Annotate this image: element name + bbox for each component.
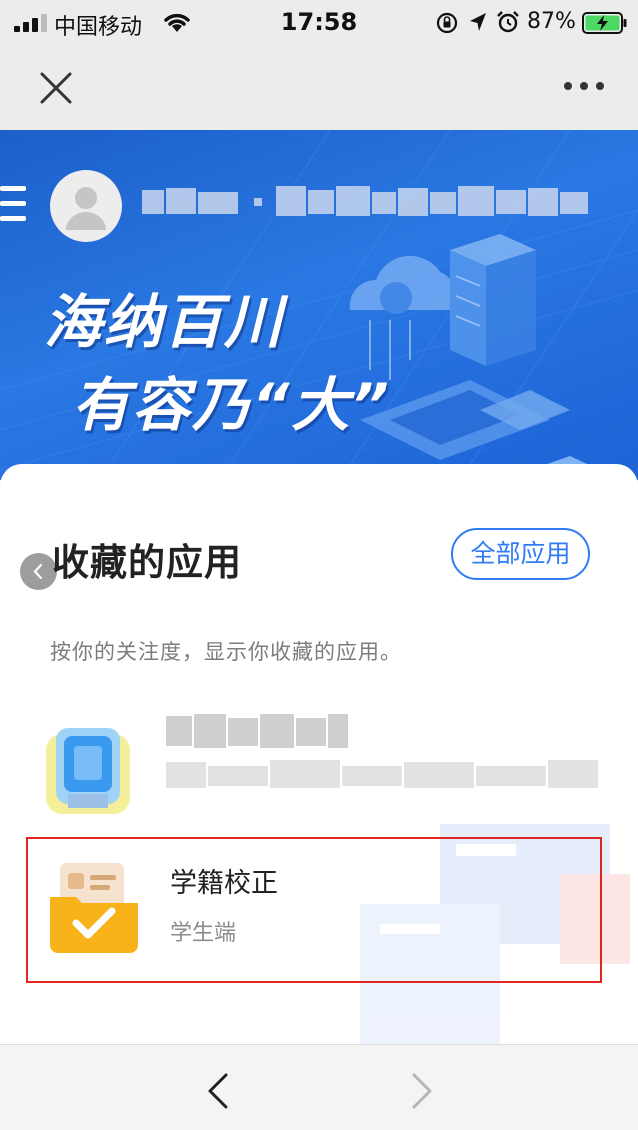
menu-icon[interactable] bbox=[0, 182, 30, 226]
highlight-box bbox=[26, 837, 602, 983]
nav-bar bbox=[0, 46, 638, 130]
avatar-person-icon bbox=[66, 187, 106, 230]
banner-slogan-line2: 有容乃“大” bbox=[72, 371, 391, 439]
status-bar: 中国移动 17:58 87% bbox=[0, 0, 638, 46]
forward-arrow-icon[interactable] bbox=[404, 1071, 440, 1111]
banner-slogan-line1: 海纳百川 bbox=[44, 288, 285, 356]
close-icon[interactable] bbox=[36, 68, 76, 108]
user-name-redacted bbox=[142, 186, 588, 216]
app-item-redacted[interactable] bbox=[26, 696, 602, 836]
alarm-icon bbox=[497, 11, 519, 33]
rotation-lock-icon bbox=[436, 12, 458, 34]
battery-charging-icon bbox=[582, 12, 627, 34]
more-icon[interactable] bbox=[562, 76, 606, 96]
all-apps-button[interactable]: 全部应用 bbox=[451, 528, 590, 580]
battery-percent: 87% bbox=[527, 9, 576, 34]
back-arrow-icon[interactable] bbox=[200, 1071, 236, 1111]
favorites-card: 收藏的应用 全部应用 按你的关注度，显示你收藏的应用。 学籍校正 学生端 bbox=[0, 464, 638, 1044]
location-icon bbox=[470, 13, 486, 31]
section-description: 按你的关注度，显示你收藏的应用。 bbox=[50, 640, 402, 664]
app-name-redacted bbox=[166, 714, 598, 788]
app-icon-redacted bbox=[46, 728, 130, 814]
section-title: 收藏的应用 bbox=[52, 541, 242, 584]
hero-banner: 海纳百川 有容乃“大” bbox=[0, 130, 638, 480]
app-item-student-record[interactable]: 学籍校正 学生端 bbox=[26, 837, 602, 983]
bottom-toolbar bbox=[0, 1044, 638, 1130]
user-avatar[interactable] bbox=[50, 170, 122, 242]
